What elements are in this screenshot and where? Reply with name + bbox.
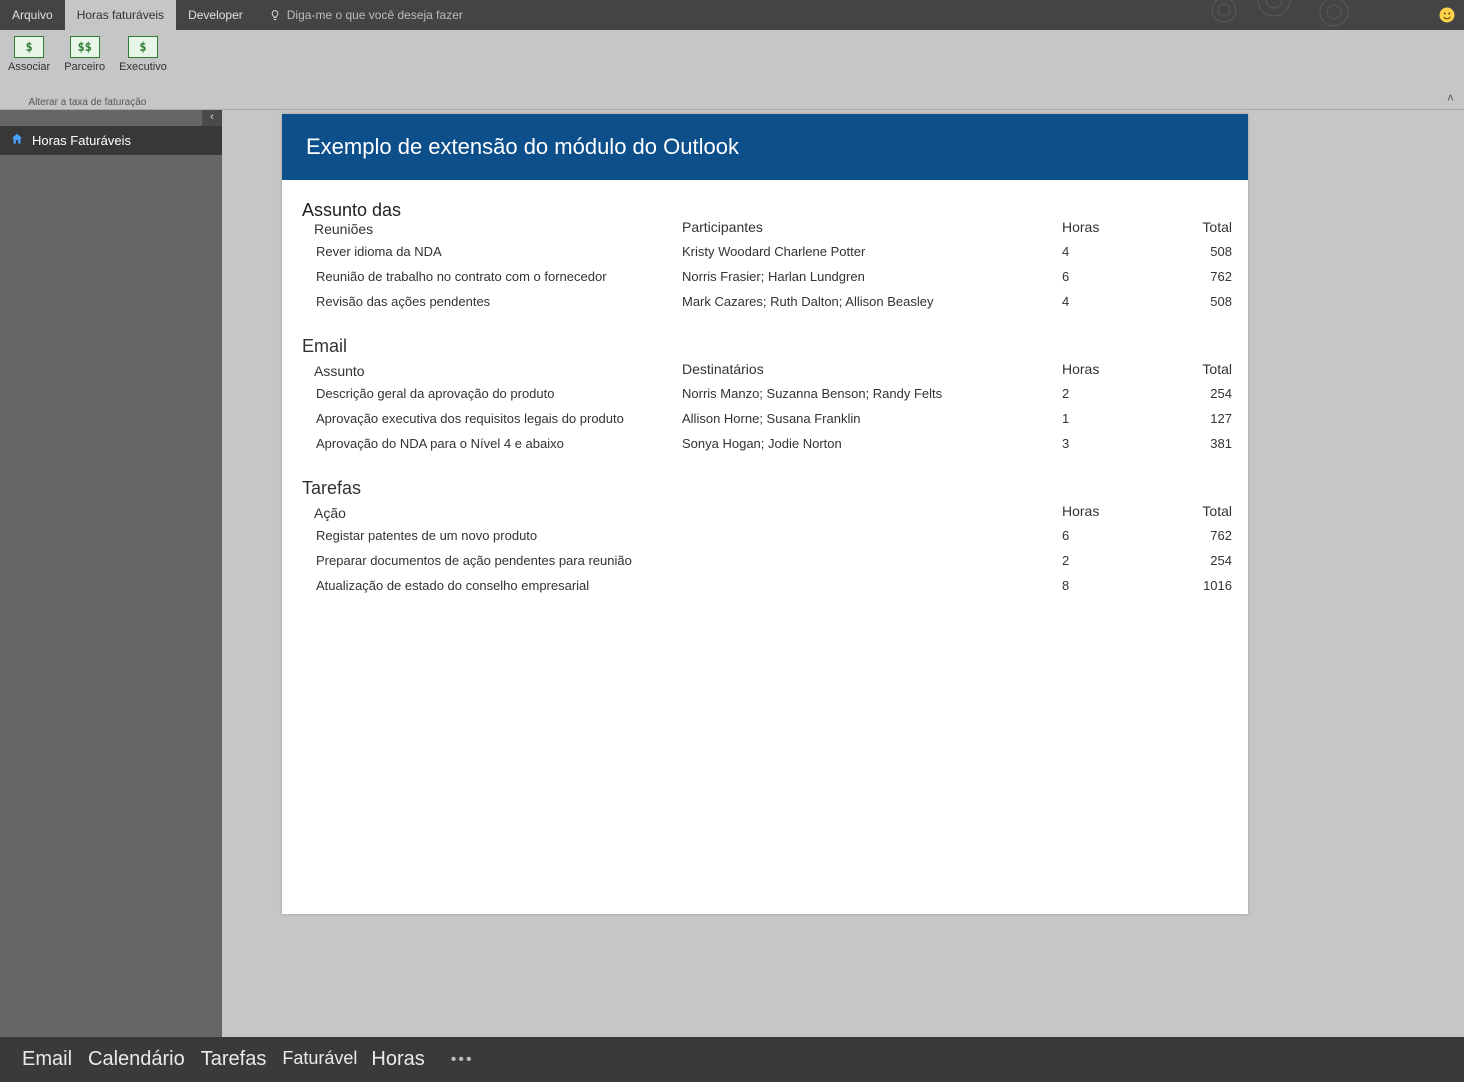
nav-horas-label: Horas	[367, 1048, 428, 1071]
nav-calendario[interactable]: Calendário	[84, 1048, 189, 1071]
page-title: Exemplo de extensão do módulo do Outlook	[282, 114, 1248, 180]
document-page: Exemplo de extensão do módulo do Outlook…	[282, 114, 1248, 914]
title-decoration	[1194, 0, 1394, 33]
money-icon: $$	[70, 36, 100, 58]
table-cell: 6	[1062, 523, 1122, 548]
column-header-action: Ação	[314, 505, 672, 523]
ribbon-button-label: Associar	[8, 61, 50, 73]
table-cell: 6	[1062, 264, 1122, 289]
column-header-total: Total	[1132, 361, 1232, 381]
table-cell: 254	[1132, 548, 1232, 573]
tab-arquivo[interactable]: Arquivo	[0, 0, 65, 30]
content-area: ‹ Horas Faturáveis Exemplo de extensão d…	[0, 110, 1464, 1037]
table-cell: 8	[1062, 573, 1122, 598]
nav-faturavel-horas[interactable]: Faturável Horas	[278, 1048, 428, 1071]
table-cell: Mark Cazares; Ruth Dalton; Allison Beasl…	[682, 289, 1052, 314]
sidebar-collapse-icon[interactable]: ‹	[202, 110, 222, 126]
table-cell: 127	[1132, 406, 1232, 431]
ribbon-button-parceiro[interactable]: $$ Parceiro	[64, 36, 105, 73]
column-header-participants: Participantes	[682, 219, 1052, 239]
table-cell: 254	[1132, 381, 1232, 406]
tab-horas-faturaveis[interactable]: Horas faturáveis	[65, 0, 176, 30]
table-cell: 1016	[1132, 573, 1232, 598]
ribbon-group-billing-rate: $ Associar $$ Parceiro $ Executivo Alter…	[8, 36, 167, 110]
nav-faturavel-label: Faturável	[278, 1048, 361, 1071]
ribbon-button-label: Executivo	[119, 61, 167, 73]
table-cell: 508	[1132, 289, 1232, 314]
ribbon-group-label: Alterar a taxa de faturação	[29, 97, 147, 110]
table-cell: Aprovação executiva dos requisitos legai…	[302, 406, 672, 431]
column-header-hours: Horas	[1062, 219, 1122, 239]
column-header-recipients: Destinatários	[682, 361, 1052, 381]
tab-developer[interactable]: Developer	[176, 0, 255, 30]
lightbulb-icon	[269, 9, 281, 21]
money-icon: $	[128, 36, 158, 58]
section-heading-email: Email	[302, 336, 1228, 357]
table-cell: Revisão das ações pendentes	[302, 289, 672, 314]
table-cell: Preparar documentos de ação pendentes pa…	[302, 548, 672, 573]
table-cell: Norris Manzo; Suzanna Benson; Randy Felt…	[682, 381, 1052, 406]
ribbon: $ Associar $$ Parceiro $ Executivo Alter…	[0, 30, 1464, 110]
sidebar-item-horas-faturaveis[interactable]: Horas Faturáveis	[0, 126, 222, 155]
section-heading-reunioes: Reuniões	[314, 221, 672, 239]
title-bar: Arquivo Horas faturáveis Developer Diga-…	[0, 0, 1464, 30]
table-cell	[682, 573, 1052, 598]
column-header-hours: Horas	[1062, 361, 1122, 381]
tell-me-search[interactable]: Diga-me o que você deseja fazer	[269, 8, 463, 22]
bottom-nav: Email Calendário Tarefas Faturável Horas…	[0, 1037, 1464, 1082]
feedback-smiley-icon[interactable]	[1438, 6, 1456, 24]
ribbon-button-label: Parceiro	[64, 61, 105, 73]
section-super-heading: Assunto das	[302, 200, 1228, 221]
table-cell: Atualização de estado do conselho empres…	[302, 573, 672, 598]
ribbon-button-executivo[interactable]: $ Executivo	[119, 36, 167, 73]
table-cell: Reunião de trabalho no contrato com o fo…	[302, 264, 672, 289]
table-cell: Registar patentes de um novo produto	[302, 523, 672, 548]
tell-me-text: Diga-me o que você deseja fazer	[287, 8, 463, 22]
email-table: Assunto Destinatários Horas Total Descri…	[302, 361, 1228, 456]
column-header-empty	[682, 503, 1052, 523]
table-cell: 3	[1062, 431, 1122, 456]
table-cell: Norris Frasier; Harlan Lundgren	[682, 264, 1052, 289]
table-cell: 762	[1132, 523, 1232, 548]
column-header-hours: Horas	[1062, 503, 1122, 523]
ribbon-collapse-icon[interactable]: ˄	[1447, 91, 1454, 105]
column-header-total: Total	[1132, 503, 1232, 523]
table-cell: Aprovação do NDA para o Nível 4 e abaixo	[302, 431, 672, 456]
table-cell: Kristy Woodard Charlene Potter	[682, 239, 1052, 264]
table-cell: 762	[1132, 264, 1232, 289]
tasks-table: Ação Horas Total Registar patentes de um…	[302, 503, 1228, 598]
table-cell: 381	[1132, 431, 1232, 456]
table-cell: 2	[1062, 381, 1122, 406]
table-cell	[682, 523, 1052, 548]
nav-email[interactable]: Email	[18, 1048, 76, 1071]
nav-overflow-icon[interactable]: •••	[451, 1051, 474, 1069]
table-cell: Allison Horne; Susana Franklin	[682, 406, 1052, 431]
table-cell: Descrição geral da aprovação do produto	[302, 381, 672, 406]
table-cell: Rever idioma da NDA	[302, 239, 672, 264]
home-icon	[10, 132, 24, 149]
main-panel: Exemplo de extensão do módulo do Outlook…	[222, 110, 1464, 1037]
table-cell: 2	[1062, 548, 1122, 573]
table-cell: 4	[1062, 239, 1122, 264]
meetings-table: Reuniões Participantes Horas Total Rever…	[302, 219, 1228, 314]
table-cell: 4	[1062, 289, 1122, 314]
table-cell	[682, 548, 1052, 573]
nav-tarefas[interactable]: Tarefas	[197, 1048, 271, 1071]
column-header-subject: Assunto	[314, 363, 672, 381]
table-cell: 508	[1132, 239, 1232, 264]
ribbon-button-associar[interactable]: $ Associar	[8, 36, 50, 73]
table-cell: 1	[1062, 406, 1122, 431]
column-header-total: Total	[1132, 219, 1232, 239]
sidebar: ‹ Horas Faturáveis	[0, 110, 222, 1037]
money-icon: $	[14, 36, 44, 58]
table-cell: Sonya Hogan; Jodie Norton	[682, 431, 1052, 456]
sidebar-item-label: Horas Faturáveis	[32, 133, 131, 148]
section-heading-tarefas: Tarefas	[302, 478, 1228, 499]
